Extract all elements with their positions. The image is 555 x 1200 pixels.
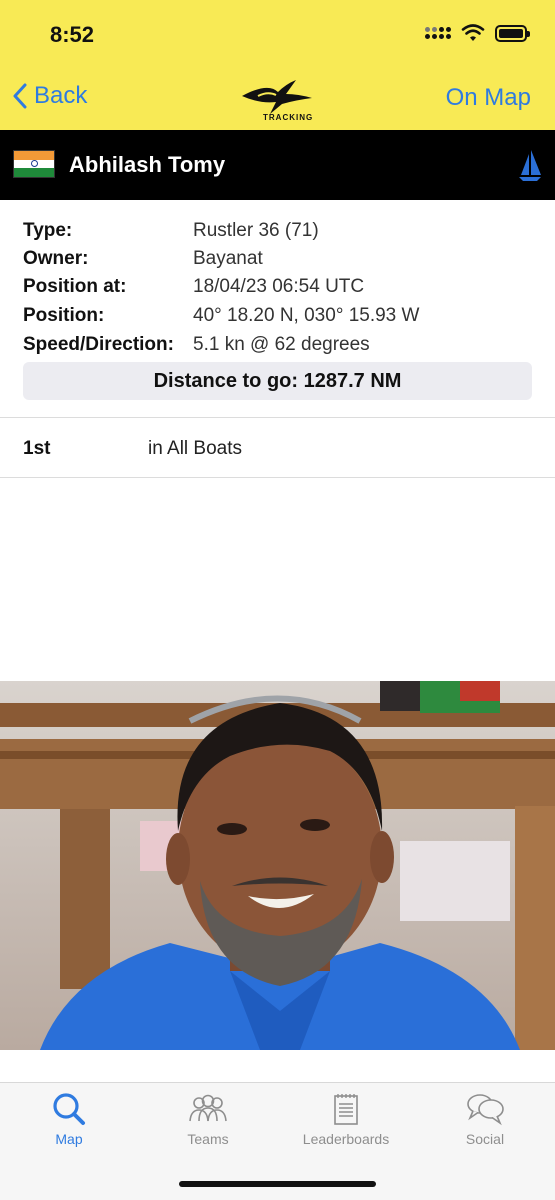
search-icon xyxy=(53,1093,85,1125)
back-label: Back xyxy=(34,82,88,109)
status-time: 8:52 xyxy=(50,22,95,47)
owner-label: Owner: xyxy=(23,248,89,269)
tab-social-label: Social xyxy=(465,1131,505,1147)
top-bar: 8:52 Back TRACKING On Map xyxy=(0,0,555,130)
home-indicator[interactable] xyxy=(179,1181,376,1187)
people-icon xyxy=(189,1094,227,1122)
type-label: Type: xyxy=(23,220,73,241)
tab-social[interactable]: Social xyxy=(416,1091,554,1147)
notepad-icon xyxy=(334,1094,358,1125)
distance-to-go: Distance to go: 1287.7 NM xyxy=(153,369,402,392)
position-at-label: Position at: xyxy=(23,276,127,297)
on-map-button[interactable]: On Map xyxy=(446,84,531,112)
wifi-icon xyxy=(461,24,485,41)
skipper-photo xyxy=(0,681,555,1050)
tab-leaderboards-label: Leaderboards xyxy=(302,1131,390,1147)
cellular-signal-icon xyxy=(425,27,451,39)
india-flag-icon xyxy=(13,150,55,178)
speed-direction-label: Speed/Direction: xyxy=(23,334,174,355)
position-at-value: 18/04/23 06:54 UTC xyxy=(193,276,365,297)
position-label: Position: xyxy=(23,305,105,326)
chevron-left-icon xyxy=(13,83,27,109)
tab-map-label: Map xyxy=(55,1131,83,1147)
speed-direction-value: 5.1 kn @ 62 degrees xyxy=(193,334,370,355)
tab-map[interactable]: Map xyxy=(0,1091,138,1147)
tab-leaderboards[interactable]: Leaderboards xyxy=(277,1091,415,1147)
boat-header: Abhilash Tomy xyxy=(0,130,555,200)
chat-bubbles-icon xyxy=(467,1094,504,1126)
back-button[interactable]: Back xyxy=(12,82,87,110)
boat-name: Abhilash Tomy xyxy=(69,152,226,177)
position-value: 40° 18.20 N, 030° 15.93 W xyxy=(193,305,420,326)
status-icons xyxy=(425,24,530,42)
ranking-row[interactable]: 1st in All Boats xyxy=(0,418,555,478)
tab-teams-label: Teams xyxy=(187,1131,229,1147)
sailboat-icon[interactable] xyxy=(517,148,543,182)
logo-text: TRACKING xyxy=(263,113,314,122)
rank-group: in All Boats xyxy=(148,438,242,459)
rank-position: 1st xyxy=(23,438,51,459)
battery-icon xyxy=(495,24,530,42)
type-value: Rustler 36 (71) xyxy=(193,220,319,241)
owner-value: Bayanat xyxy=(193,248,263,269)
distance-to-go-box: Distance to go: 1287.7 NM xyxy=(23,362,532,400)
tab-teams[interactable]: Teams xyxy=(139,1091,277,1147)
